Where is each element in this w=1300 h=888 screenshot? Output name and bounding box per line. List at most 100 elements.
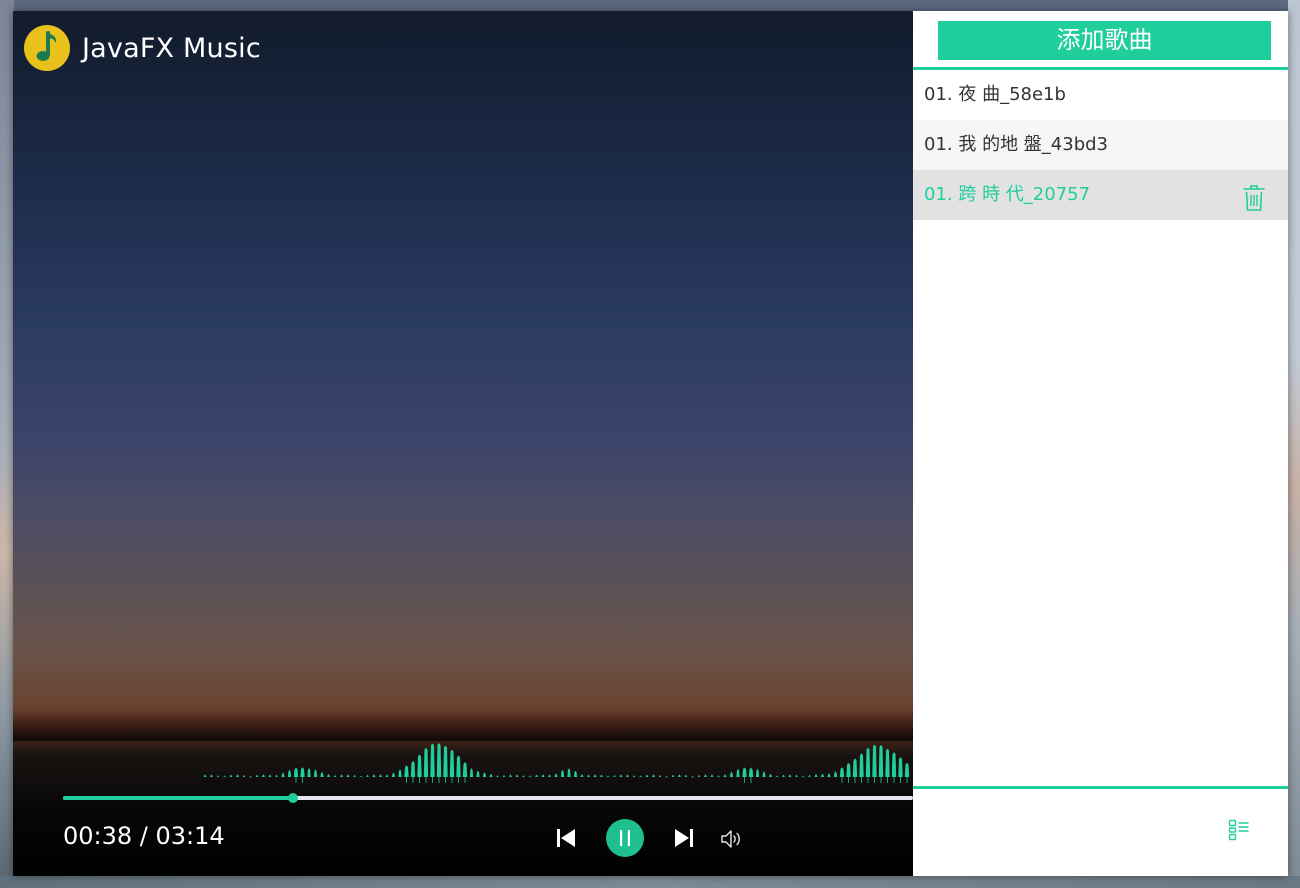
desktop-background-bottom [0,876,1300,888]
spectrum-bar [781,774,786,777]
spectrum-bar [885,748,890,777]
spectrum-bar [203,774,207,777]
spectrum-bar [281,772,285,777]
spectrum-bar [664,775,669,778]
spectrum-bar [697,775,701,778]
spectrum-bar [541,774,545,777]
spectrum-bar [755,769,760,777]
spectrum-bar [346,774,350,777]
spectrum-bar [235,774,240,777]
skip-next-icon [675,829,693,847]
spectrum-bar [632,775,636,778]
spectrum-bar [742,767,747,777]
progress-fill [63,796,293,800]
spectrum-bar [469,768,474,777]
desktop-background-right [1288,0,1300,888]
progress-slider[interactable] [63,793,913,803]
desktop-background-left [0,0,14,888]
spectrum-bar [684,774,688,777]
spectrum-bar [671,774,675,777]
spectrum-bar [339,774,344,777]
volume-button[interactable] [719,827,745,851]
song-list-item-active[interactable]: 01. 跨 時 代_20757 [913,170,1288,220]
spectrum-bar [268,774,272,777]
spectrum-bar [586,774,591,777]
spectrum-bar [820,773,825,777]
playlist-bottom-divider [913,786,1288,789]
spectrum-bar [625,774,630,777]
spectrum-bar [567,768,571,777]
spectrum-bar [385,774,389,777]
app-title: JavaFX Music [82,32,261,64]
play-pause-button[interactable] [606,819,644,857]
spectrum-bar [320,771,324,777]
spectrum-bar [736,769,740,777]
spectrum-bar [489,773,493,777]
spectrum-bar [729,771,734,777]
spectrum-bar [768,773,773,777]
spectrum-bar [554,773,558,777]
spectrum-bar [775,775,779,778]
spectrum-bar [677,774,682,777]
spectrum-bar [410,761,416,777]
previous-button[interactable] [553,826,579,850]
spectrum-bar [274,774,279,777]
spectrum-bar [606,775,610,778]
song-title: 01. 我 的地 盤_43bd3 [924,134,1108,155]
spectrum-bar [852,758,858,777]
trash-icon[interactable] [1242,182,1266,211]
spectrum-bar [872,744,877,777]
spectrum-bar [658,775,662,778]
spectrum-bar [248,775,253,778]
spectrum-bar [534,774,539,777]
spectrum-bar [801,775,805,778]
spectrum-bar [898,757,903,777]
spectrum-bar [612,775,617,778]
spectrum-bar [495,775,500,778]
spectrum-bar [573,770,578,777]
spectrum-bar [359,775,363,778]
spectrum-bar [528,775,532,778]
next-button[interactable] [671,826,697,850]
playlist-panel: 添加歌曲 01. 夜 曲_58e1b 01. 我 的地 盤_43bd3 01. … [913,11,1288,876]
spectrum-bar [326,774,331,777]
progress-thumb[interactable] [287,793,298,803]
song-list-item[interactable]: 01. 夜 曲_58e1b [913,70,1288,120]
spectrum-bar [293,767,299,777]
spectrum-bar [229,774,233,777]
spectrum-bar [651,774,656,777]
spectrum-bar [716,775,721,778]
audio-spectrum-visualizer [203,743,910,783]
spectrum-bar [762,771,766,777]
music-note-icon [23,24,71,72]
spectrum-bar [703,774,708,777]
spectrum-bar [333,775,337,778]
spectrum-bar [859,753,864,777]
spectrum-bar [216,775,220,778]
playlist-toggle-button[interactable] [1228,819,1250,841]
spectrum-bar [690,775,695,778]
spectrum-bar [261,774,266,777]
spectrum-bar [593,774,597,777]
player-panel: JavaFX Music 00:38 / 03:14 [13,11,913,876]
volume-icon [721,830,740,848]
spectrum-bar [482,772,487,777]
app-brand: JavaFX Music [23,24,261,72]
playlist-icon [1228,819,1249,841]
spectrum-bar [313,769,318,777]
spectrum-bar [372,774,376,777]
spectrum-bar [423,748,429,777]
spectrum-bar [638,775,643,778]
skip-previous-icon [557,829,575,847]
song-list-item[interactable]: 01. 我 的地 盤_43bd3 [913,120,1288,170]
spectrum-bar [807,774,812,777]
spectrum-bar [430,743,435,777]
spectrum-bar [391,772,396,777]
spectrum-bar [521,775,526,778]
spectrum-bar [846,763,851,777]
add-song-button[interactable]: 添加歌曲 [938,21,1271,60]
spectrum-bar [378,774,383,777]
spectrum-bar [209,774,214,777]
spectrum-bar [307,768,311,777]
app-window: JavaFX Music 00:38 / 03:14 添加歌曲 01. 夜 曲_… [13,11,1288,876]
